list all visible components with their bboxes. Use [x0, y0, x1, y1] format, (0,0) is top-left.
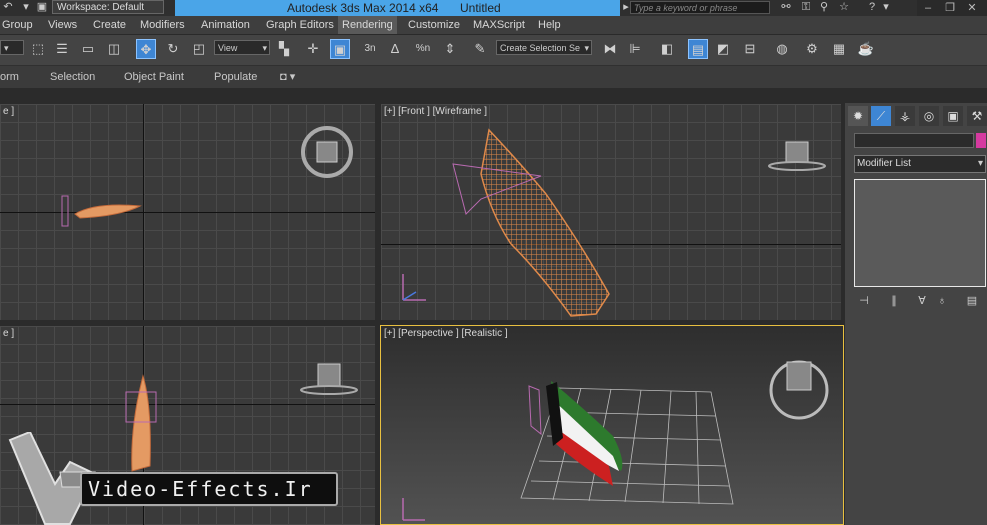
select-manipulate-icon[interactable]: ✛ [303, 39, 323, 59]
title-bar: ↶ ▾ ▣ Workspace: Default Autodesk 3ds Ma… [0, 0, 987, 16]
pin-stack-icon[interactable]: ⊣ [855, 293, 873, 309]
watermark-text: Video-Effects.Ir [80, 472, 338, 506]
object-name-input[interactable] [854, 133, 974, 148]
exchange-icon[interactable]: ⚲ [818, 1, 830, 13]
tab-populate[interactable]: Populate [214, 66, 257, 88]
viewport-perspective[interactable]: [+] [Perspective ] [Realistic ] [380, 325, 844, 525]
workspace-selector[interactable]: Workspace: Default [52, 0, 164, 14]
help-icon[interactable]: ? [866, 1, 878, 13]
menu-bar: Group Views Create Modifiers Animation G… [0, 16, 987, 35]
utilities-tab-icon[interactable]: ⚒ [967, 106, 987, 126]
menu-create[interactable]: Create [93, 16, 126, 34]
motion-tab-icon[interactable]: ◎ [919, 106, 939, 126]
snaps-toggle-icon[interactable]: 3n [360, 39, 380, 59]
rect-selection-icon[interactable]: ▭ [78, 39, 98, 59]
pivot-center-icon[interactable]: ▚ [274, 39, 294, 59]
material-editor-icon[interactable]: ◍ [772, 39, 792, 59]
viewport-front[interactable]: [+] [Front ] [Wireframe ] [381, 104, 841, 320]
modify-tab-icon[interactable]: ⟋ [871, 106, 891, 126]
curve-editor-icon[interactable]: ◩ [713, 39, 733, 59]
maximize-icon[interactable]: ❐ [939, 0, 961, 16]
reference-coordinate-value: View [218, 43, 238, 53]
command-panel: ✹ ⟋ ⚶ ◎ ▣ ⚒ Modifier List ▾ ⊣ ∥ ∀ ♁ ▤ [845, 103, 987, 525]
selection-filter-dropdown[interactable]: ▾ [0, 40, 24, 55]
project-icon[interactable]: ▣ [36, 1, 48, 13]
named-selection-set-input[interactable]: Create Selection Se ▾ [496, 40, 592, 55]
keyboard-shortcut-override-icon[interactable]: ▣ [330, 39, 350, 59]
chevron-down-icon: ▾ [262, 43, 267, 53]
modifier-list-dropdown[interactable]: Modifier List ▾ [854, 155, 986, 173]
select-object-icon[interactable]: ⬚ [28, 39, 48, 59]
percent-snap-icon[interactable]: %n [413, 39, 433, 59]
rotate-tool-icon[interactable]: ↻ [163, 39, 183, 59]
menu-modifiers[interactable]: Modifiers [140, 16, 185, 34]
menu-group[interactable]: Group [2, 16, 33, 34]
main-toolbar: ▾ ⬚ ☰ ▭ ◫ ✥ ↻ ◰ View ▾ ▚ ✛ ▣ 3n ∆ %n ⇕ ✎ … [0, 35, 987, 66]
show-end-result-icon[interactable]: ∥ [885, 293, 903, 309]
hierarchy-tab-icon[interactable]: ⚶ [895, 106, 915, 126]
scene-explorer-icon[interactable]: ▤ [688, 39, 708, 59]
menu-help[interactable]: Help [538, 16, 561, 34]
tab-object-paint[interactable]: Object Paint [124, 66, 184, 88]
reference-coordinate-dropdown[interactable]: View ▾ [214, 40, 270, 55]
close-icon[interactable]: ✕ [961, 0, 983, 16]
app-title: Autodesk 3ds Max 2014 x64 [287, 1, 439, 15]
layer-manager-icon[interactable]: ◧ [657, 39, 677, 59]
rendered-frame-icon[interactable]: ▦ [829, 39, 849, 59]
help-dropdown-icon[interactable]: ▾ [880, 1, 892, 13]
dropdown-arrow-icon[interactable]: ▾ [20, 1, 32, 13]
remove-modifier-icon[interactable]: ♁ [933, 293, 951, 309]
window-crossing-icon[interactable]: ◫ [104, 39, 124, 59]
document-title: Untitled [460, 1, 501, 15]
align-icon[interactable]: ⊫ [625, 39, 645, 59]
ribbon-tabs: orm Selection Object Paint Populate ◘ ▾ [0, 66, 987, 88]
chevron-down-icon: ▾ [977, 158, 983, 169]
render-setup-icon[interactable]: ⚙ [802, 39, 822, 59]
modifier-list-label: Modifier List [857, 158, 911, 169]
angle-snap-icon[interactable]: ∆ [385, 39, 405, 59]
tab-freeform[interactable]: orm [0, 66, 19, 88]
make-unique-icon[interactable]: ∀ [913, 293, 931, 309]
minimize-icon[interactable]: – [917, 0, 939, 16]
move-tool-icon[interactable]: ✥ [136, 39, 156, 59]
undo-icon[interactable]: ↶ [2, 1, 14, 13]
chevron-down-icon: ▾ [4, 43, 9, 53]
menu-customize[interactable]: Customize [408, 16, 460, 34]
edit-named-selection-icon[interactable]: ✎ [470, 39, 490, 59]
render-production-icon[interactable]: ☕ [856, 39, 876, 59]
menu-views[interactable]: Views [48, 16, 77, 34]
mirror-icon[interactable]: ⧓ [600, 39, 620, 59]
menu-maxscript[interactable]: MAXScript [473, 16, 525, 34]
menu-graph-editors[interactable]: Graph Editors [266, 16, 334, 34]
viewport-top[interactable]: e ] [0, 104, 375, 320]
named-selection-set-value: Create Selection Se [500, 43, 581, 53]
key-icon[interactable]: ⚿ [800, 1, 812, 13]
modifier-stack[interactable] [854, 179, 986, 287]
configure-sets-icon[interactable]: ▤ [963, 293, 981, 309]
scale-tool-icon[interactable]: ◰ [189, 39, 209, 59]
window-controls: – ❐ ✕ [917, 0, 987, 16]
perspective-scene [402, 360, 829, 521]
flag-wireframe [402, 128, 826, 317]
spinner-snap-icon[interactable]: ⇕ [440, 39, 460, 59]
create-tab-icon[interactable]: ✹ [848, 106, 868, 126]
schematic-view-icon[interactable]: ⊟ [740, 39, 760, 59]
ribbon-options-icon[interactable]: ◘ ▾ [280, 66, 295, 88]
tab-selection[interactable]: Selection [50, 66, 95, 88]
menu-rendering[interactable]: Rendering [338, 16, 397, 34]
top-view-geometry [61, 126, 353, 227]
object-color-swatch[interactable] [976, 133, 986, 148]
binoculars-icon[interactable]: ⚯ [780, 1, 792, 13]
chevron-down-icon: ▾ [584, 43, 589, 53]
menu-animation[interactable]: Animation [201, 16, 250, 34]
star-icon[interactable]: ☆ [838, 1, 850, 13]
select-by-name-icon[interactable]: ☰ [52, 39, 72, 59]
search-input[interactable]: Type a keyword or phrase [630, 1, 770, 14]
display-tab-icon[interactable]: ▣ [943, 106, 963, 126]
